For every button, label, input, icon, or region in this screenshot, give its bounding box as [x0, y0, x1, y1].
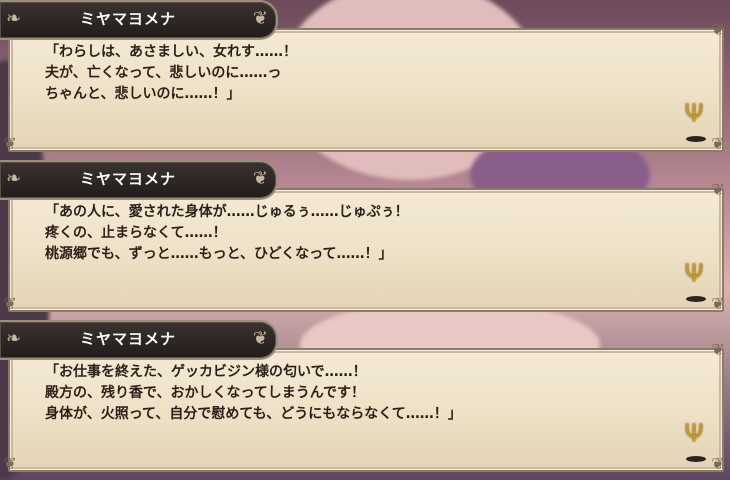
trident-advance-icon[interactable]: Ψ — [680, 100, 708, 126]
dialog-lines: 「お仕事を終えた、ゲッカビジン様の匂いで……！ 殿方の、残り香で、おかしくなってし… — [45, 362, 665, 425]
corner-ornament-icon: ❦ — [711, 180, 725, 199]
dialog-line: 「わらしは、あさましい、女れす……！ — [45, 44, 297, 60]
dialog-line: 「あの人に、愛された身体が……じゅるぅ……じゅぷぅ！ — [45, 204, 409, 220]
swirl-ornament-icon: ❧ — [6, 8, 22, 29]
speaker-name: ミヤマヨメナ — [80, 10, 177, 28]
corner-ornament-icon: ❦ — [3, 134, 17, 153]
corner-ornament-icon: ❦ — [711, 134, 725, 153]
trident-advance-icon[interactable]: Ψ — [680, 420, 708, 446]
dialog-lines: 「わらしは、あさましい、女れす……！ 夫が、亡くなって、悲しいのに……っ ちゃんと、… — [45, 42, 665, 105]
dialog-line: 疼くの、止まらなくて……！ — [45, 225, 227, 241]
dialog-line: 桃源郷でも、ずっと……もっと、ひどくなって……！」 — [45, 246, 393, 262]
swirl-ornament-icon: ❦ — [252, 8, 268, 29]
swirl-ornament-icon: ❦ — [252, 168, 268, 189]
swirl-ornament-icon: ❦ — [252, 328, 268, 349]
swirl-ornament-icon: ❧ — [6, 328, 22, 349]
dialog-line: 夫が、亡くなって、悲しいのに……っ — [45, 65, 282, 81]
dialog-lines: 「あの人に、愛された身体が……じゅるぅ……じゅぷぅ！ 疼くの、止まらなくて……！ 桃… — [45, 202, 665, 265]
corner-ornament-icon: ❦ — [3, 454, 17, 473]
corner-ornament-icon: ❦ — [711, 340, 725, 359]
dialog-line: 殿方の、残り香で、おかしくなってしまうんです！ — [45, 385, 366, 401]
dialog-panel-3[interactable]: ❦ ❦ ❦ ❧ ❦ ミヤマヨメナ 「お仕事を終えた、ゲッカビジン様の匂いで……！… — [0, 320, 730, 478]
corner-ornament-icon: ❦ — [3, 294, 17, 313]
corner-ornament-icon: ❦ — [711, 294, 725, 313]
dialog-panel-1[interactable]: ❦ ❦ ❦ ❧ ❦ ミヤマヨメナ 「わらしは、あさましい、女れす……！ 夫が、亡く… — [0, 0, 730, 158]
corner-ornament-icon: ❦ — [711, 454, 725, 473]
corner-ornament-icon: ❦ — [711, 20, 725, 39]
speaker-name: ミヤマヨメナ — [80, 330, 177, 348]
dialog-line: ちゃんと、悲しいのに……！」 — [45, 86, 241, 102]
swirl-ornament-icon: ❧ — [6, 168, 22, 189]
trident-advance-icon[interactable]: Ψ — [680, 260, 708, 286]
advance-shadow — [686, 296, 706, 302]
advance-shadow — [686, 136, 706, 142]
dialog-line: 身体が、火照って、自分で慰めても、どうにもならなくて……！」 — [45, 406, 462, 422]
dialog-line: 「お仕事を終えた、ゲッカビジン様の匂いで……！ — [45, 364, 367, 380]
dialog-panel-2[interactable]: ❦ ❦ ❦ ❧ ❦ ミヤマヨメナ 「あの人に、愛された身体が……じゅるぅ……じゅ… — [0, 160, 730, 318]
speaker-name: ミヤマヨメナ — [80, 170, 177, 188]
advance-shadow — [686, 456, 706, 462]
